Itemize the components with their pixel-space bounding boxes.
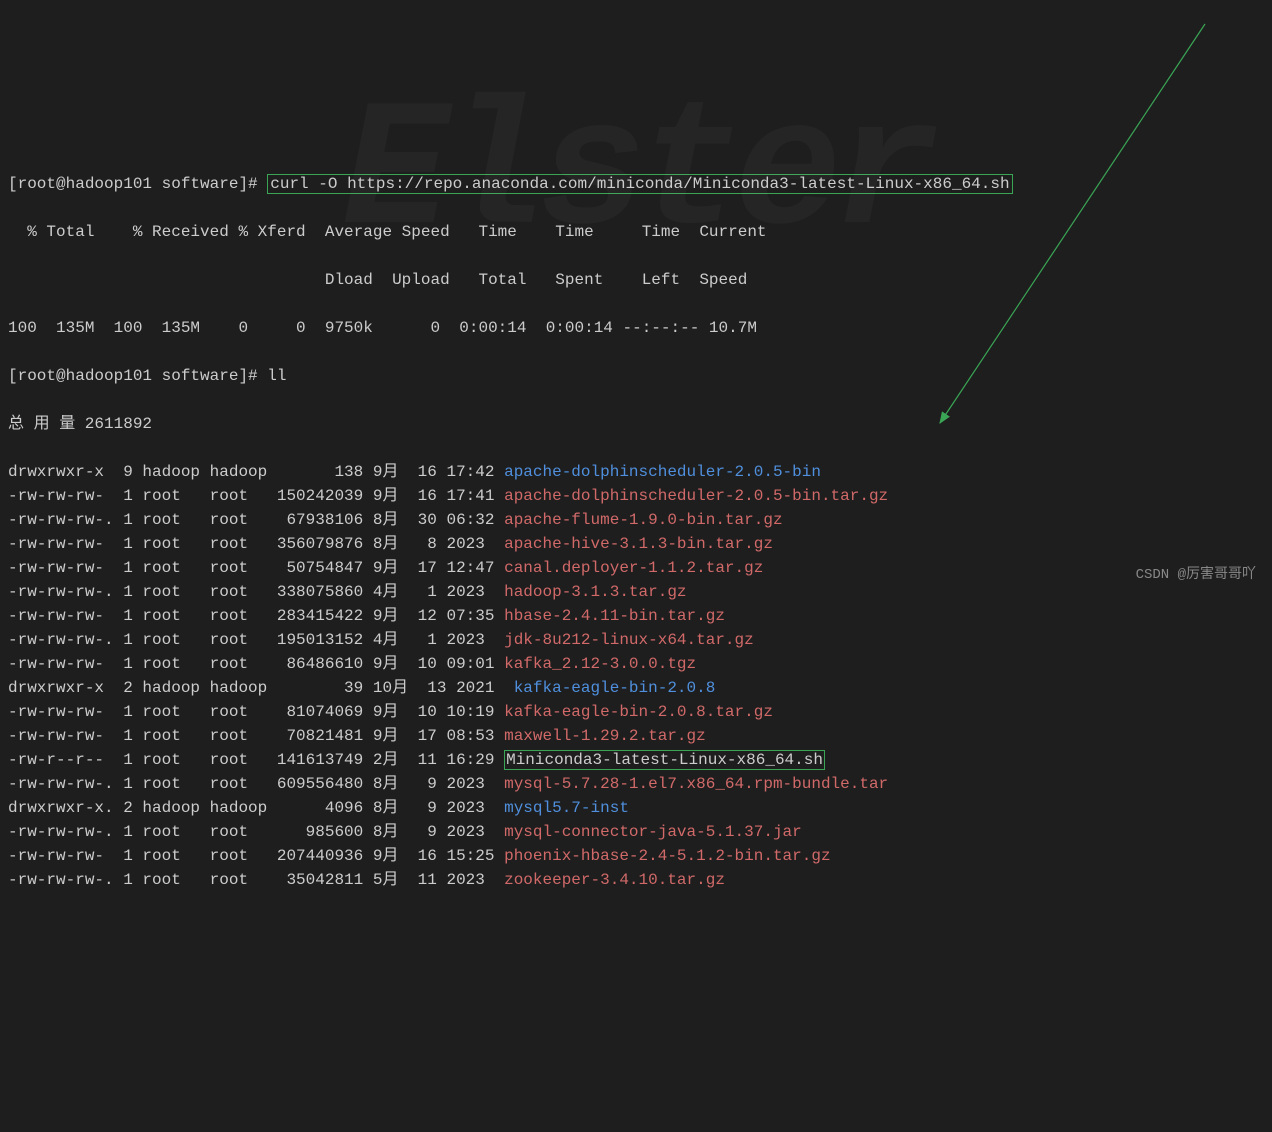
table-row: -rw-rw-rw- 1 root root 50754847 9月 17 12… [8, 556, 1264, 580]
curl-command-highlight: curl -O https://repo.anaconda.com/minico… [267, 174, 1012, 194]
shell-prompt: [root@hadoop101 software]# [8, 175, 258, 193]
file-name: apache-hive-3.1.3-bin.tar.gz [504, 535, 773, 553]
table-row: -rw-rw-rw-. 1 root root 985600 8月 9 2023… [8, 820, 1264, 844]
row-meta: drwxrwxr-x. 2 hadoop hadoop 4096 8月 9 20… [8, 799, 504, 817]
table-row: -rw-rw-rw- 1 root root 283415422 9月 12 0… [8, 604, 1264, 628]
table-row: drwxrwxr-x 2 hadoop hadoop 39 10月 13 202… [8, 676, 1264, 700]
row-meta: -rw-rw-rw- 1 root root 283415422 9月 12 0… [8, 607, 504, 625]
row-meta: -rw-rw-rw- 1 root root 50754847 9月 17 12… [8, 559, 504, 577]
file-name: hbase-2.4.11-bin.tar.gz [504, 607, 725, 625]
row-meta: drwxrwxr-x 2 hadoop hadoop 39 10月 13 202… [8, 679, 514, 697]
table-row: -rw-rw-rw- 1 root root 150242039 9月 16 1… [8, 484, 1264, 508]
table-row: drwxrwxr-x. 2 hadoop hadoop 4096 8月 9 20… [8, 796, 1264, 820]
row-meta: -rw-rw-rw-. 1 root root 338075860 4月 1 2… [8, 583, 504, 601]
row-meta: -rw-rw-rw- 1 root root 207440936 9月 16 1… [8, 847, 504, 865]
file-name: mysql-5.7.28-1.el7.x86_64.rpm-bundle.tar [504, 775, 888, 793]
table-row: -rw-rw-rw-. 1 root root 338075860 4月 1 2… [8, 580, 1264, 604]
file-name: mysql-connector-java-5.1.37.jar [504, 823, 802, 841]
table-row: -rw-rw-rw- 1 root root 207440936 9月 16 1… [8, 844, 1264, 868]
file-name: canal.deployer-1.1.2.tar.gz [504, 559, 763, 577]
curl-command-line: [root@hadoop101 software]# curl -O https… [8, 172, 1264, 196]
table-row: -rw-r--r-- 1 root root 141613749 2月 11 1… [8, 748, 1264, 772]
file-name: maxwell-1.29.2.tar.gz [504, 727, 706, 745]
curl-header1: % Total % Received % Xferd Average Speed… [8, 220, 1264, 244]
row-meta: -rw-rw-rw- 1 root root 70821481 9月 17 08… [8, 727, 504, 745]
table-row: -rw-rw-rw-. 1 root root 195013152 4月 1 2… [8, 628, 1264, 652]
row-meta: -rw-rw-rw-. 1 root root 35042811 5月 11 2… [8, 871, 504, 889]
ll-command-line: [root@hadoop101 software]# ll [8, 364, 1264, 388]
terminal-output: [root@hadoop101 software]# curl -O https… [8, 148, 1264, 916]
file-name: apache-dolphinscheduler-2.0.5-bin [504, 463, 821, 481]
ll-command: ll [267, 367, 286, 385]
file-name: kafka_2.12-3.0.0.tgz [504, 655, 696, 673]
table-row: -rw-rw-rw- 1 root root 81074069 9月 10 10… [8, 700, 1264, 724]
file-name: hadoop-3.1.3.tar.gz [504, 583, 686, 601]
row-meta: -rw-rw-rw-. 1 root root 609556480 8月 9 2… [8, 775, 504, 793]
curl-progress: 100 135M 100 135M 0 0 9750k 0 0:00:14 0:… [8, 316, 1264, 340]
file-name: kafka-eagle-bin-2.0.8 [514, 679, 716, 697]
row-meta: drwxrwxr-x 9 hadoop hadoop 138 9月 16 17:… [8, 463, 504, 481]
file-name: kafka-eagle-bin-2.0.8.tar.gz [504, 703, 773, 721]
table-row: -rw-rw-rw- 1 root root 86486610 9月 10 09… [8, 652, 1264, 676]
total-line: 总 用 量 2611892 [8, 412, 1264, 436]
row-meta: -rw-rw-rw-. 1 root root 985600 8月 9 2023 [8, 823, 504, 841]
row-meta: -rw-rw-rw-. 1 root root 195013152 4月 1 2… [8, 631, 504, 649]
row-meta: -rw-r--r-- 1 root root 141613749 2月 11 1… [8, 751, 504, 769]
file-name: mysql5.7-inst [504, 799, 629, 817]
file-name: apache-flume-1.9.0-bin.tar.gz [504, 511, 782, 529]
row-meta: -rw-rw-rw-. 1 root root 67938106 8月 30 0… [8, 511, 504, 529]
table-row: drwxrwxr-x 9 hadoop hadoop 138 9月 16 17:… [8, 460, 1264, 484]
curl-header2: Dload Upload Total Spent Left Speed [8, 268, 1264, 292]
row-meta: -rw-rw-rw- 1 root root 86486610 9月 10 09… [8, 655, 504, 673]
file-listing: drwxrwxr-x 9 hadoop hadoop 138 9月 16 17:… [8, 460, 1264, 892]
file-name: zookeeper-3.4.10.tar.gz [504, 871, 725, 889]
shell-prompt: [root@hadoop101 software]# [8, 367, 258, 385]
table-row: -rw-rw-rw-. 1 root root 35042811 5月 11 2… [8, 868, 1264, 892]
table-row: -rw-rw-rw-. 1 root root 609556480 8月 9 2… [8, 772, 1264, 796]
file-name: apache-dolphinscheduler-2.0.5-bin.tar.gz [504, 487, 888, 505]
row-meta: -rw-rw-rw- 1 root root 81074069 9月 10 10… [8, 703, 504, 721]
credit-watermark: CSDN @厉害哥哥吖 [1136, 565, 1256, 586]
table-row: -rw-rw-rw-. 1 root root 67938106 8月 30 0… [8, 508, 1264, 532]
file-name: jdk-8u212-linux-x64.tar.gz [504, 631, 754, 649]
file-name: Miniconda3-latest-Linux-x86_64.sh [504, 750, 825, 770]
file-name: phoenix-hbase-2.4-5.1.2-bin.tar.gz [504, 847, 830, 865]
row-meta: -rw-rw-rw- 1 root root 150242039 9月 16 1… [8, 487, 504, 505]
row-meta: -rw-rw-rw- 1 root root 356079876 8月 8 20… [8, 535, 504, 553]
table-row: -rw-rw-rw- 1 root root 356079876 8月 8 20… [8, 532, 1264, 556]
table-row: -rw-rw-rw- 1 root root 70821481 9月 17 08… [8, 724, 1264, 748]
